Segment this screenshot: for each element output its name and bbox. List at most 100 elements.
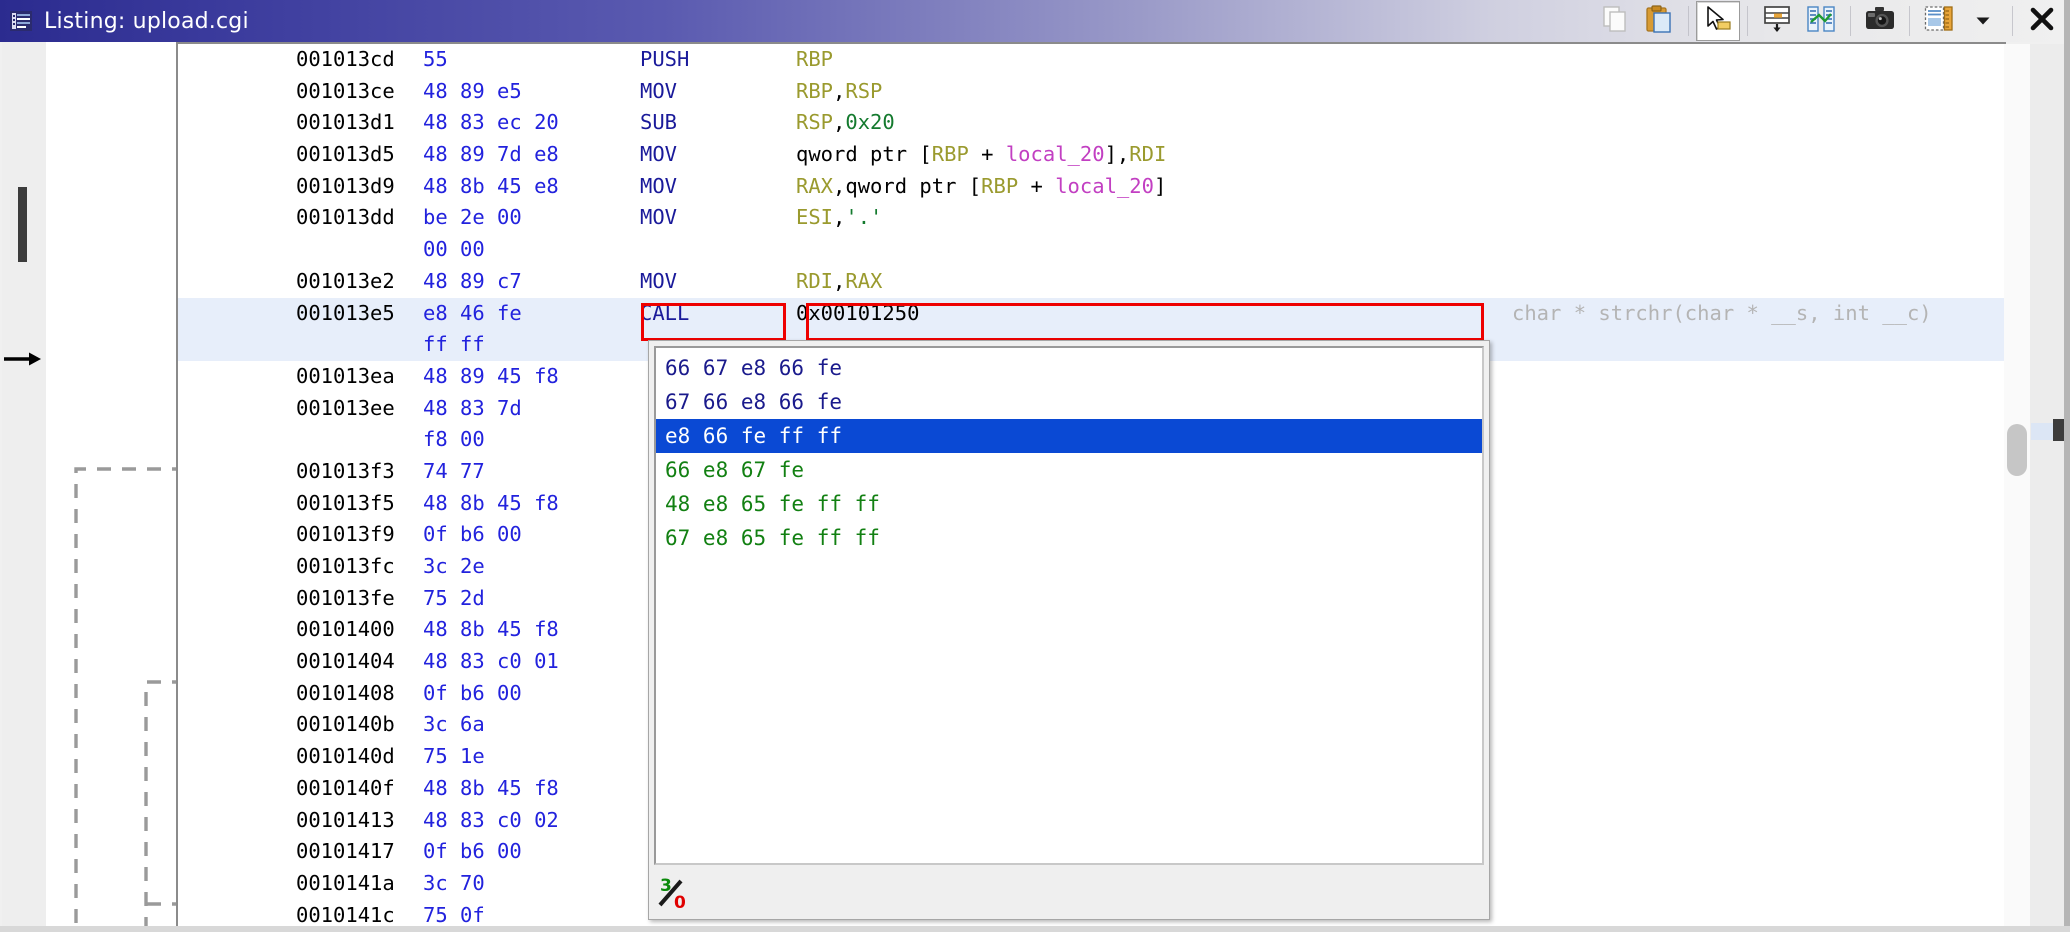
- listing-row[interactable]: 001013d9 48 8b 45 e8 MOV RAX,qword ptr [RBP…: [178, 171, 2006, 203]
- listing-mnemonic[interactable]: MOV: [640, 171, 677, 203]
- listing-row[interactable]: 001013e5 e8 46 fe CALL 0x00101250 char * str…: [178, 297, 2006, 330]
- suggestion-item[interactable]: 67 66 e8 66 fe: [656, 385, 1482, 419]
- operand-token: '.': [845, 205, 883, 230]
- listing-address: 001013f9: [296, 522, 395, 547]
- listing-operands[interactable]: RBP,RSP: [796, 76, 882, 108]
- listing-bytes: 55: [423, 47, 448, 71]
- vertical-scroll-thumb[interactable]: [2007, 424, 2027, 476]
- listing-address: 001013d1: [296, 110, 395, 135]
- add-table-row-button[interactable]: [1755, 1, 1799, 41]
- listing-operands[interactable]: RAX,qword ptr [RBP + local_20]: [796, 171, 1166, 203]
- listing-operands[interactable]: RDI,RAX: [796, 266, 882, 298]
- listing-address: 001013ce: [296, 78, 395, 103]
- listing-operands[interactable]: 0x00101250: [796, 298, 919, 330]
- close-window-button[interactable]: [2020, 1, 2064, 41]
- listing-address: 001013cd: [296, 47, 395, 71]
- listing-bytes: 00 00: [423, 237, 485, 262]
- listing-row[interactable]: 00 00: [178, 234, 2006, 266]
- listing-row[interactable]: 001013ce 48 89 e5 MOV RBP,RSP: [178, 76, 2006, 108]
- toolbar-dropdown-button[interactable]: [1961, 1, 2005, 41]
- listing-address: 0010140b: [296, 712, 395, 737]
- operand-token: +: [968, 142, 1006, 167]
- listing-operands[interactable]: RSP,0x20: [796, 107, 895, 139]
- operand-token: RSP: [796, 110, 834, 135]
- suggestion-item[interactable]: 66 67 e8 66 fe: [656, 351, 1482, 385]
- listing-bytes: 3c 70: [423, 870, 485, 895]
- operand-token: local_20: [1005, 142, 1105, 167]
- paste-button[interactable]: [1637, 1, 1681, 41]
- listing-address: 00101413: [296, 807, 395, 832]
- listing-operands[interactable]: ESI,'.': [796, 202, 882, 234]
- listing-address: 00101400: [296, 617, 395, 642]
- toolbar-separator-1: [1688, 6, 1689, 36]
- operand-token: 0x20: [845, 110, 895, 135]
- listing-row[interactable]: 001013cd 55 PUSH RBP: [178, 44, 2006, 76]
- listing-bytes: 48 8b 45 e8: [423, 173, 559, 198]
- listing-row[interactable]: 001013d1 48 83 ec 20 SUB RSP,0x20: [178, 107, 2006, 139]
- listing-bytes: e8 46 fe: [423, 300, 522, 325]
- operand-token: ,: [833, 268, 846, 293]
- flow-arrow-gutter: [46, 42, 186, 932]
- listing-bytes: 48 83 c0 02: [423, 807, 559, 832]
- listing-fields-button[interactable]: [1917, 1, 1961, 41]
- listing-mnemonic[interactable]: MOV: [640, 76, 677, 108]
- listing-window: Listing: upload.cgi 001013cd 55 PUSH RBP…: [0, 0, 2070, 932]
- suggestion-item[interactable]: 66 e8 67 fe: [656, 453, 1482, 487]
- listing-mnemonic[interactable]: MOV: [640, 202, 677, 234]
- listing-bytes: 0f b6 00: [423, 522, 522, 547]
- listing-address: 00101404: [296, 649, 395, 674]
- window-toolbar: [1593, 0, 2070, 42]
- left-margin-strip[interactable]: [2, 42, 46, 932]
- entry-point-arrow-icon: [4, 350, 44, 368]
- listing-bytes: 48 83 c0 01: [423, 649, 559, 674]
- listing-bytes: 74 77: [423, 458, 485, 483]
- listing-operands[interactable]: qword ptr [RBP + local_20],RDI: [796, 139, 1166, 171]
- instruction-count-icon: 3 0: [657, 872, 697, 913]
- operand-token: 0x00101250: [796, 300, 920, 325]
- copy-button[interactable]: [1593, 1, 1637, 41]
- listing-row[interactable]: 001013d5 48 89 7d e8 MOV qword ptr [RBP + l…: [178, 139, 2006, 171]
- operand-token: RBP: [981, 173, 1019, 198]
- listing-bytes: 48 8b 45 f8: [423, 490, 559, 515]
- suggestion-item[interactable]: e8 66 fe ff ff: [656, 419, 1482, 453]
- assembly-suggestion-list[interactable]: 66 67 e8 66 fe 67 66 e8 66 fe e8 66 fe ff …: [654, 346, 1484, 865]
- operand-token: RSP: [845, 78, 883, 103]
- listing-mnemonic[interactable]: MOV: [640, 266, 677, 298]
- listing-row[interactable]: 001013e2 48 89 c7 MOV RDI,RAX: [178, 266, 2006, 298]
- listing-mnemonic[interactable]: SUB: [640, 107, 677, 139]
- listing-operands[interactable]: RBP: [796, 44, 833, 76]
- paste-icon: [1644, 4, 1674, 38]
- listing-bytes: 3c 6a: [423, 712, 485, 737]
- chevron-down-icon: [1974, 12, 1992, 31]
- listing-address: 00101408: [296, 680, 395, 705]
- select-cursor-button[interactable]: [1696, 1, 1740, 41]
- operand-token: ],: [1104, 142, 1130, 167]
- suggestion-item[interactable]: 48 e8 65 fe ff ff: [656, 487, 1482, 521]
- suggestion-item[interactable]: 67 e8 65 fe ff ff: [656, 521, 1482, 555]
- listing-row[interactable]: 001013dd be 2e 00 MOV ESI,'.': [178, 202, 2006, 234]
- camera-icon: [1865, 6, 1895, 36]
- assembly-suggestion-popup[interactable]: 66 67 e8 66 fe 67 66 e8 66 fe e8 66 fe ff …: [648, 340, 1490, 920]
- diff-view-button[interactable]: [1799, 1, 1843, 41]
- vertical-scrollbar[interactable]: [2004, 44, 2030, 932]
- listing-address: 001013ea: [296, 363, 395, 388]
- snapshot-button[interactable]: [1858, 1, 1902, 41]
- operand-token: RDI: [1129, 142, 1167, 167]
- listing-mnemonic[interactable]: MOV: [640, 139, 677, 171]
- listing-mnemonic[interactable]: PUSH: [640, 44, 689, 76]
- listing-address: 001013d9: [296, 173, 395, 198]
- listing-bytes: 0f b6 00: [423, 839, 522, 864]
- operand-token: RBP: [796, 78, 834, 103]
- listing-bytes: 3c 2e: [423, 554, 485, 578]
- operand-token: RAX: [845, 268, 883, 293]
- listing-address: 001013ee: [296, 395, 395, 420]
- operand-token: +: [1018, 173, 1056, 198]
- operand-token: RBP: [931, 142, 969, 167]
- cursor-select-icon: [1704, 5, 1732, 37]
- listing-address: 00101417: [296, 839, 395, 864]
- listing-address: 001013fc: [296, 554, 395, 578]
- listing-mnemonic[interactable]: CALL: [640, 298, 689, 330]
- listing-bytes: be 2e 00: [423, 205, 522, 230]
- operand-token: local_20: [1055, 173, 1154, 198]
- table-add-icon: [1762, 4, 1792, 38]
